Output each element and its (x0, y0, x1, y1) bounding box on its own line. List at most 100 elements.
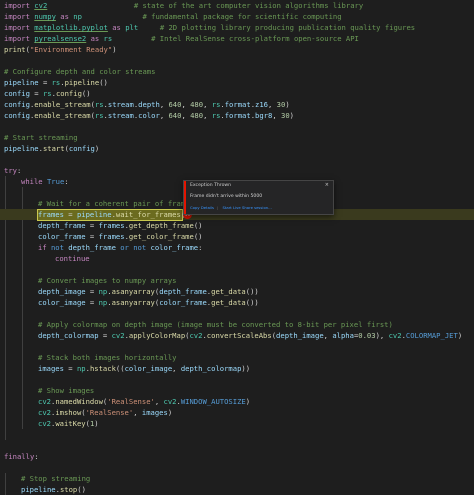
code-line[interactable]: images = np.hstack((color_image, depth_c… (0, 363, 474, 374)
code-token: # 2D plotting library producing publicat… (159, 23, 416, 32)
code-token: () (193, 232, 203, 241)
code-token: hstack (89, 364, 116, 373)
code-token: , (323, 331, 333, 340)
code-line[interactable]: cv2.imshow('RealSense', images) (0, 407, 474, 418)
code-token: config (55, 89, 82, 98)
code-token: 30 (281, 111, 290, 120)
code-token: not (133, 243, 147, 252)
code-token: , (154, 397, 164, 406)
code-line[interactable]: import cv2 # state of the art computer v… (0, 0, 474, 11)
code-token: not (50, 243, 64, 252)
code-line[interactable]: color_frame = frames.get_color_frame() (0, 231, 474, 242)
code-line[interactable]: pipeline.stop() (0, 484, 474, 495)
code-line[interactable]: pipeline = rs.pipeline() (0, 77, 474, 88)
code-line[interactable]: depth_frame = frames.get_depth_frame() (0, 220, 474, 231)
code-token: rs (42, 89, 52, 98)
code-line[interactable]: depth_image = np.asanyarray(depth_frame.… (0, 286, 474, 297)
code-line[interactable]: import pyrealsense2 as rs # Intel RealSe… (0, 33, 474, 44)
code-token: plt (125, 23, 139, 32)
code-token: pipeline (64, 78, 100, 87)
code-token: ) (457, 331, 463, 340)
code-line[interactable]: print("Environment Ready") (0, 44, 474, 55)
code-line[interactable]: try: (0, 165, 474, 176)
exception-title: Exception Thrown (190, 183, 232, 188)
code-token: , (181, 111, 191, 120)
code-token: 480 (190, 111, 204, 120)
code-token: )) (241, 364, 251, 373)
code-line[interactable]: pipeline.start(config) (0, 143, 474, 154)
code-token: frames (98, 232, 125, 241)
code-token: = (98, 331, 112, 340)
code-line[interactable]: # Apply colormap on depth image (image m… (0, 319, 474, 330)
code-token: depth_frame (68, 243, 116, 252)
code-line[interactable] (0, 264, 474, 275)
code-line[interactable] (0, 341, 474, 352)
code-token: rs (94, 111, 104, 120)
code-token: # Start streaming (4, 133, 78, 142)
code-token: np (73, 12, 82, 21)
code-line[interactable] (0, 440, 474, 451)
live-share-link[interactable]: Start Live Share session... (223, 205, 272, 210)
code-line[interactable] (0, 308, 474, 319)
code-line[interactable] (0, 121, 474, 132)
code-token: ) (285, 100, 290, 109)
code-line[interactable]: # Stop streaming (0, 473, 474, 484)
code-token: color_frame (159, 298, 207, 307)
code-line[interactable]: color_image = np.asanyarray(color_frame.… (0, 297, 474, 308)
code-token: depth_frame (38, 221, 86, 230)
code-token: = (63, 364, 77, 373)
code-line[interactable]: config.enable_stream(rs.stream.depth, 64… (0, 99, 474, 110)
exception-popup: Exception Thrown × Frame didn't arrive w… (183, 180, 334, 215)
code-token: , (172, 364, 181, 373)
code-token: print (4, 45, 26, 54)
code-line[interactable]: depth_colormap = cv2.applyColorMap(cv2.c… (0, 330, 474, 341)
copy-details-link[interactable]: Copy Details (190, 205, 214, 210)
code-token: # Show images (38, 386, 95, 395)
code-line[interactable]: config.enable_stream(rs.stream.color, 64… (0, 110, 474, 121)
code-token: ) (167, 408, 173, 417)
code-token: : (64, 177, 69, 186)
link-separator: | (217, 205, 219, 210)
code-line[interactable]: config = rs.config() (0, 88, 474, 99)
code-token: # state of the art computer vision algor… (133, 1, 364, 10)
code-token: import (4, 12, 30, 21)
code-line[interactable]: # Show images (0, 385, 474, 396)
code-line[interactable]: cv2.namedWindow('RealSense', cv2.WINDOW_… (0, 396, 474, 407)
code-token: enable_stream (34, 100, 91, 109)
code-line[interactable]: finally: (0, 451, 474, 462)
code-token: = (29, 89, 43, 98)
code-line[interactable]: continue (0, 253, 474, 264)
code-token: np (76, 364, 86, 373)
code-token: , (272, 111, 281, 120)
code-line[interactable] (0, 429, 474, 440)
code-token: stream (107, 111, 134, 120)
code-token: stop (59, 485, 78, 494)
code-line[interactable]: if not depth_frame or not color_frame: (0, 242, 474, 253)
code-line[interactable] (0, 374, 474, 385)
code-line[interactable]: import numpy as np # fundamental package… (0, 11, 474, 22)
code-token: = (85, 232, 99, 241)
code-token: () (193, 221, 203, 230)
code-line[interactable]: # Configure depth and color streams (0, 66, 474, 77)
code-line[interactable]: # Convert images to numpy arrays (0, 275, 474, 286)
code-token: continue (55, 254, 90, 263)
close-icon[interactable]: × (325, 182, 329, 188)
code-line[interactable] (0, 154, 474, 165)
code-token: 'RealSense' (85, 408, 134, 417)
code-token: # Intel RealSense cross-platform open-so… (151, 34, 359, 43)
code-token: depth (138, 100, 160, 109)
exception-accent-bar (184, 181, 186, 214)
code-token: # Stack both images horizontally (38, 353, 177, 362)
code-token: convertScaleAbs (206, 331, 272, 340)
code-token: ), (375, 331, 389, 340)
code-token: depth_colormap (180, 364, 242, 373)
code-editor[interactable]: import cv2 # state of the art computer v… (0, 0, 474, 495)
code-token: stream (107, 100, 134, 109)
code-line[interactable] (0, 55, 474, 66)
code-line[interactable] (0, 462, 474, 473)
code-line[interactable]: import matplotlib.pyplot as plt # 2D plo… (0, 22, 474, 33)
code-token: finally (4, 452, 35, 461)
code-line[interactable]: # Start streaming (0, 132, 474, 143)
code-line[interactable]: # Stack both images horizontally (0, 352, 474, 363)
